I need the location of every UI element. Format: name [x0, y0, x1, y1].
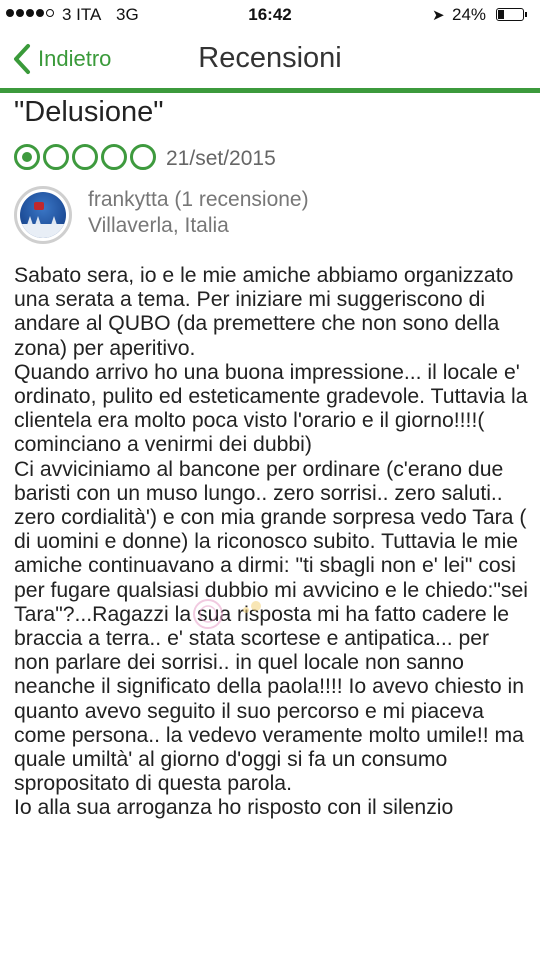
review-paragraph: Sabato sera, io e le mie amiche abbiamo …	[14, 264, 514, 360]
status-bar: 3 ITA 3G 16:42 ➤ 24%	[0, 0, 540, 30]
location-arrow-icon: ➤	[432, 7, 445, 24]
battery-percentage: 24%	[452, 5, 487, 24]
rating-bubble-icon	[101, 144, 127, 170]
page-title: Recensioni	[198, 42, 342, 74]
rating-bubble-icon	[43, 144, 69, 170]
rating-bubbles	[14, 144, 156, 170]
review-paragraph: Ci avviciniamo al bancone per ordinare (…	[14, 457, 528, 796]
review-paragraph: Io alla sua arroganza ho risposto con il…	[14, 796, 454, 820]
navigation-bar: Indietro Recensioni	[0, 30, 540, 88]
reviewer-location: Villaverla, Italia	[88, 214, 229, 237]
rating-bubble-icon	[72, 144, 98, 170]
battery-icon	[496, 8, 527, 21]
review-title: "Delusione"	[14, 96, 164, 128]
rating-bubble-icon	[14, 144, 40, 170]
avatar[interactable]	[14, 186, 72, 244]
review-text: Sabato sera, io e le mie amiche abbiamo …	[14, 264, 530, 821]
nav-divider	[0, 88, 540, 93]
review-date: 21/set/2015	[166, 147, 276, 170]
review-paragraph: Quando arrivo ho una buona impressione..…	[14, 360, 528, 457]
reviewer-username[interactable]: frankytta (1 recensione)	[88, 188, 309, 212]
rating-bubble-icon	[130, 144, 156, 170]
